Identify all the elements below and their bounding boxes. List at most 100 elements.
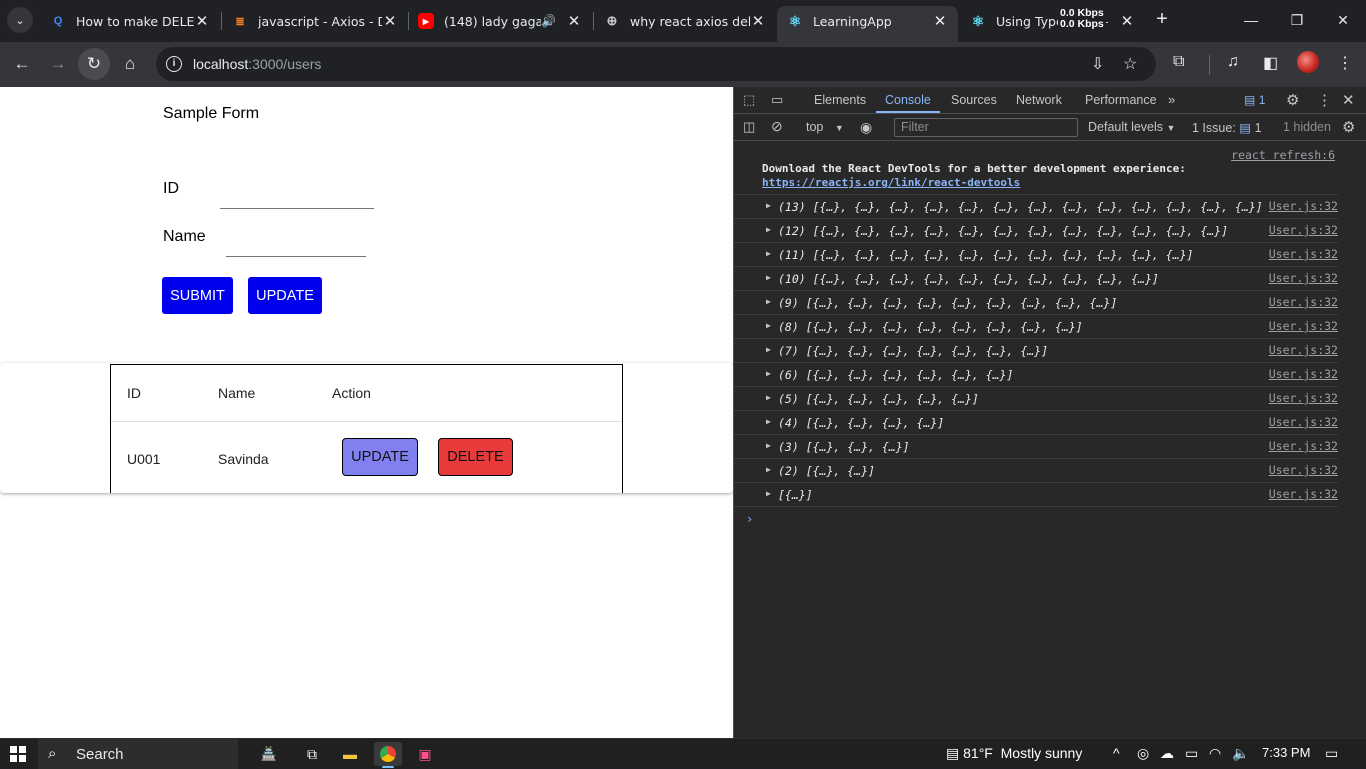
show-hidden-icons-chevron-icon[interactable]: ^ <box>1113 745 1120 761</box>
profile-avatar[interactable] <box>1297 51 1319 73</box>
volume-icon[interactable]: 🔈 <box>1232 745 1249 762</box>
source-link[interactable]: User.js:32 <box>1269 199 1338 213</box>
expand-triangle-icon[interactable]: ▶ <box>766 417 771 426</box>
live-expression-eye-icon[interactable]: ◉ <box>860 119 872 136</box>
expand-triangle-icon[interactable]: ▶ <box>766 393 771 402</box>
update-button[interactable]: UPDATE <box>248 277 322 314</box>
row-update-button[interactable]: UPDATE <box>342 438 418 476</box>
source-link[interactable]: User.js:32 <box>1269 391 1338 405</box>
expand-triangle-icon[interactable]: ▶ <box>766 321 771 330</box>
tab-elements[interactable]: Elements <box>814 93 866 107</box>
expand-triangle-icon[interactable]: ▶ <box>766 273 771 282</box>
close-icon[interactable]: ✕ <box>932 12 948 30</box>
source-link[interactable]: react refresh:6 <box>1231 148 1335 162</box>
site-info-icon[interactable]: i <box>166 56 182 72</box>
taskbar-search-box[interactable]: ⌕ Search <box>38 739 238 769</box>
bookmark-star-icon[interactable]: ☆ <box>1123 54 1137 74</box>
browser-tab[interactable]: ≣ javascript - Axios - DE ✕ <box>222 6 408 36</box>
console-log-row[interactable]: ▶ (6) [{…}, {…}, {…}, {…}, {…}, {…}] User.… <box>734 363 1338 387</box>
log-levels-dropdown[interactable]: Default levels ▼ <box>1088 120 1175 134</box>
address-bar[interactable]: i localhost:3000/users ⇩ ☆ <box>156 47 1156 81</box>
source-link[interactable]: User.js:32 <box>1269 463 1338 477</box>
install-app-icon[interactable]: ⇩ <box>1091 54 1104 74</box>
row-delete-button[interactable]: DELETE <box>438 438 513 476</box>
new-tab-button[interactable]: + <box>1150 8 1174 32</box>
expand-triangle-icon[interactable]: ▶ <box>766 345 771 354</box>
file-explorer-icon[interactable]: ▬ <box>336 742 364 766</box>
battery-icon[interactable]: ▭ <box>1185 745 1198 762</box>
submit-button[interactable]: SUBMIT <box>162 277 233 314</box>
browser-tab[interactable]: Q How to make DELETE ✕ <box>40 6 220 36</box>
console-log-row[interactable]: ▶ (2) [{…}, {…}] User.js:32 <box>734 459 1338 483</box>
browser-tab-active[interactable]: ⚛ LearningApp ✕ <box>777 6 958 42</box>
console-log-row[interactable]: ▶ (10) [{…}, {…}, {…}, {…}, {…}, {…}, {…}… <box>734 267 1338 291</box>
browser-tab[interactable]: ▶ (148) lady gaga - 🔊 ✕ <box>408 6 592 36</box>
side-panel-icon[interactable]: ◧ <box>1263 53 1278 73</box>
browser-tab[interactable]: ⊕ why react axios delet ✕ <box>594 6 776 36</box>
console-log-row[interactable]: ▶ (12) [{…}, {…}, {…}, {…}, {…}, {…}, {…}… <box>734 219 1338 243</box>
chrome-icon[interactable] <box>374 742 402 768</box>
console-prompt-caret-icon[interactable]: › <box>746 512 753 526</box>
source-link[interactable]: User.js:32 <box>1269 223 1338 237</box>
close-window-button[interactable]: ✕ <box>1320 0 1366 40</box>
clock[interactable]: 7:33 PM <box>1262 745 1310 760</box>
devtools-link[interactable]: https://reactjs.org/link/react-devtools <box>762 176 1020 189</box>
back-button[interactable]: ← <box>6 48 38 80</box>
context-selector[interactable]: top ▼ <box>806 120 844 134</box>
id-input[interactable] <box>220 185 374 209</box>
wifi-icon[interactable]: ◠ <box>1209 745 1221 762</box>
forward-button[interactable]: → <box>42 48 74 80</box>
tab-console[interactable]: Console <box>885 93 931 107</box>
reload-button[interactable]: ↻ <box>78 48 110 80</box>
source-link[interactable]: User.js:32 <box>1269 319 1338 333</box>
tab-performance[interactable]: Performance <box>1085 93 1157 107</box>
source-link[interactable]: User.js:32 <box>1269 343 1338 357</box>
source-link[interactable]: User.js:32 <box>1269 295 1338 309</box>
more-tabs-icon[interactable]: » <box>1168 92 1175 107</box>
console-log-row[interactable]: ▶ (9) [{…}, {…}, {…}, {…}, {…}, {…}, {…},… <box>734 291 1338 315</box>
devtools-menu-icon[interactable]: ⋮ <box>1317 91 1332 109</box>
expand-triangle-icon[interactable]: ▶ <box>766 201 771 210</box>
onedrive-icon[interactable]: ☁ <box>1160 745 1174 762</box>
expand-triangle-icon[interactable]: ▶ <box>766 441 771 450</box>
restore-button[interactable]: ❐ <box>1274 0 1320 40</box>
console-settings-gear-icon[interactable]: ⚙ <box>1342 118 1355 136</box>
console-log-row[interactable]: ▶ [{…}] User.js:32 <box>734 483 1338 507</box>
windows-start-icon[interactable] <box>10 746 26 762</box>
console-log-row[interactable]: ▶ (7) [{…}, {…}, {…}, {…}, {…}, {…}, {…}]… <box>734 339 1338 363</box>
tab-search-button[interactable]: ⌄ <box>7 7 33 33</box>
inspect-element-icon[interactable]: ⬚ <box>743 92 755 108</box>
source-link[interactable]: User.js:32 <box>1269 367 1338 381</box>
tab-sources[interactable]: Sources <box>951 93 997 107</box>
minimize-button[interactable]: — <box>1228 0 1274 40</box>
browser-tab[interactable]: ⚛ Using TypeScript - ✕ <box>960 6 1145 36</box>
source-link[interactable]: User.js:32 <box>1269 247 1338 261</box>
source-link[interactable]: User.js:32 <box>1269 271 1338 285</box>
url-text[interactable]: localhost:3000/users <box>193 56 321 72</box>
notifications-icon[interactable]: ▭ <box>1325 745 1338 762</box>
search-highlight-image[interactable]: 🏯 <box>244 742 294 766</box>
console-log-row[interactable]: ▶ (4) [{…}, {…}, {…}, {…}] User.js:32 <box>734 411 1338 435</box>
sidebar-toggle-icon[interactable]: ◫ <box>743 119 755 135</box>
console-log-row[interactable]: ▶ (11) [{…}, {…}, {…}, {…}, {…}, {…}, {…}… <box>734 243 1338 267</box>
close-icon[interactable]: ✕ <box>750 12 766 30</box>
close-icon[interactable]: ✕ <box>382 12 398 30</box>
intellij-icon[interactable]: ▣ <box>411 742 439 766</box>
task-view-icon[interactable]: ⧉ <box>298 742 326 766</box>
home-button[interactable]: ⌂ <box>114 48 146 80</box>
expand-triangle-icon[interactable]: ▶ <box>766 225 771 234</box>
settings-gear-icon[interactable]: ⚙ <box>1286 91 1299 109</box>
extensions-icon[interactable]: ⧉ <box>1173 53 1184 71</box>
menu-kebab-icon[interactable]: ⋮ <box>1337 53 1353 73</box>
expand-triangle-icon[interactable]: ▶ <box>766 249 771 258</box>
expand-triangle-icon[interactable]: ▶ <box>766 297 771 306</box>
clear-console-icon[interactable]: ⊘ <box>771 118 783 135</box>
console-log-row[interactable]: ▶ (5) [{…}, {…}, {…}, {…}, {…}] User.js:32 <box>734 387 1338 411</box>
source-link[interactable]: User.js:32 <box>1269 439 1338 453</box>
console-log-row[interactable]: ▶ (8) [{…}, {…}, {…}, {…}, {…}, {…}, {…},… <box>734 315 1338 339</box>
expand-triangle-icon[interactable]: ▶ <box>766 465 771 474</box>
close-icon[interactable]: ✕ <box>194 12 210 30</box>
close-devtools-icon[interactable]: ✕ <box>1342 91 1355 109</box>
speaker-icon[interactable]: 🔊 <box>541 14 556 28</box>
name-input[interactable] <box>226 233 366 257</box>
